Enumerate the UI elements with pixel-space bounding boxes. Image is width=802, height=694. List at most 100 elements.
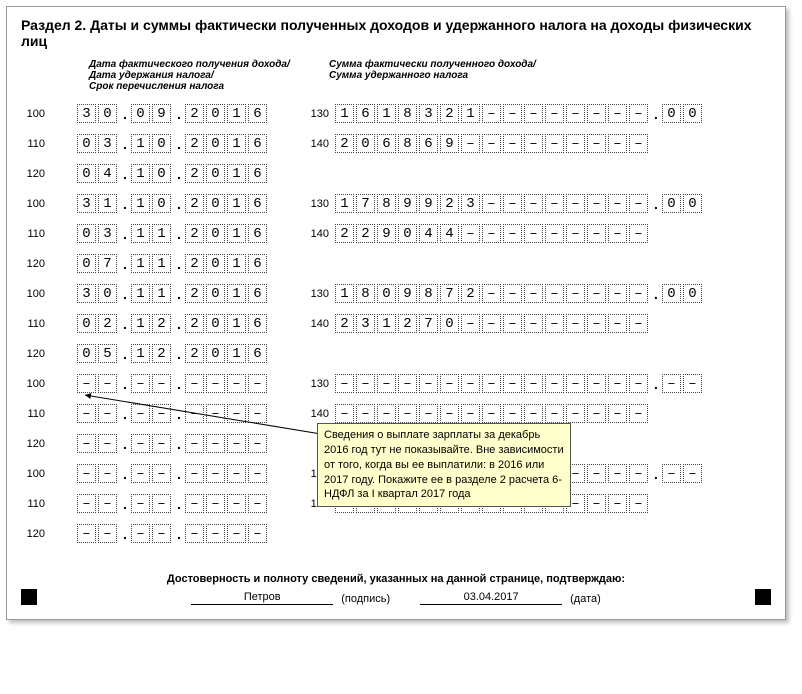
char-cell: 3 [356, 314, 375, 333]
char-cell: 3 [98, 134, 117, 153]
line-code: 140 [305, 408, 329, 420]
char-cell: 2 [185, 164, 204, 183]
row-110: 11003.10.2016140206869––––––––– [21, 130, 771, 157]
separator-dot: . [652, 376, 660, 392]
char-cell: 2 [152, 344, 171, 363]
char-cell: – [587, 134, 606, 153]
char-cell: – [248, 494, 267, 513]
char-cell: 2 [185, 104, 204, 123]
char-cell: 4 [98, 164, 117, 183]
char-cell: 8 [356, 284, 375, 303]
header-right: Сумма фактически полученного дохода/ Сум… [329, 59, 536, 92]
char-cell: – [440, 374, 459, 393]
line-code: 120 [21, 438, 45, 450]
char-cell: – [482, 374, 501, 393]
marker-bottom-left [21, 589, 37, 605]
char-cell: 6 [248, 134, 267, 153]
char-cell: 0 [398, 224, 417, 243]
char-cell: – [227, 404, 246, 423]
char-cell: – [440, 404, 459, 423]
char-cell: – [503, 104, 522, 123]
char-cell: 0 [206, 314, 225, 333]
char-cell: 9 [152, 104, 171, 123]
char-cell: – [227, 464, 246, 483]
char-cell: – [545, 374, 564, 393]
separator-dot: . [121, 376, 129, 392]
char-cell: 6 [248, 104, 267, 123]
char-cell: – [227, 434, 246, 453]
char-cell: 4 [440, 224, 459, 243]
char-cell: – [98, 464, 117, 483]
char-cell: – [683, 374, 702, 393]
row-120: 12004.10.2016 [21, 160, 771, 187]
line-code: 100 [21, 288, 45, 300]
separator-dot: . [175, 406, 183, 422]
char-cell: – [587, 374, 606, 393]
separator-dot: . [175, 196, 183, 212]
char-cell: – [608, 104, 627, 123]
char-cell: 6 [248, 164, 267, 183]
char-cell: 2 [185, 344, 204, 363]
char-cell: – [335, 374, 354, 393]
date-block: ––.––.–––– [77, 464, 269, 483]
date-block: ––.––.–––– [77, 494, 269, 513]
char-cell: – [545, 224, 564, 243]
char-cell: – [608, 194, 627, 213]
date-block: 04.10.2016 [77, 164, 269, 183]
char-cell: 1 [131, 314, 150, 333]
char-cell: 2 [185, 254, 204, 273]
char-cell: – [131, 524, 150, 543]
char-cell: – [629, 134, 648, 153]
char-cell: 9 [398, 194, 417, 213]
char-cell: – [482, 134, 501, 153]
signature-name: Петров [191, 591, 333, 605]
date-block: 30.11.2016 [77, 284, 269, 303]
char-cell: – [461, 404, 480, 423]
char-cell: 6 [248, 314, 267, 333]
char-cell: 2 [152, 314, 171, 333]
char-cell: – [461, 374, 480, 393]
date-block: ––.––.–––– [77, 524, 269, 543]
char-cell: 0 [206, 194, 225, 213]
separator-dot: . [652, 106, 660, 122]
char-cell: – [335, 404, 354, 423]
char-cell: – [248, 464, 267, 483]
char-cell: – [524, 314, 543, 333]
char-cell: 7 [419, 314, 438, 333]
char-cell: 7 [98, 254, 117, 273]
line-code: 100 [21, 468, 45, 480]
line-code: 120 [21, 168, 45, 180]
char-cell: 2 [335, 134, 354, 153]
char-cell: – [185, 524, 204, 543]
row-100: 10030.11.20161301809872––––––––.00 [21, 280, 771, 307]
separator-dot: . [175, 346, 183, 362]
separator-dot: . [175, 256, 183, 272]
char-cell: 6 [248, 254, 267, 273]
char-cell: – [152, 374, 171, 393]
annotation-tooltip: Сведения о выплате зарплаты за декабрь 2… [317, 423, 571, 507]
char-cell: 0 [356, 134, 375, 153]
char-cell: 1 [335, 284, 354, 303]
char-cell: – [566, 134, 585, 153]
char-cell: 1 [335, 104, 354, 123]
char-cell: – [206, 524, 225, 543]
line-code: 110 [21, 498, 45, 510]
separator-dot: . [175, 136, 183, 152]
char-cell: 0 [152, 164, 171, 183]
char-cell: – [131, 494, 150, 513]
char-cell: 7 [356, 194, 375, 213]
date-block: ––.––.–––– [77, 374, 269, 393]
char-cell: – [482, 224, 501, 243]
amount-130: 1301618321––––––––.00 [305, 104, 704, 123]
line-code: 100 [21, 108, 45, 120]
line-code: 110 [21, 138, 45, 150]
char-cell: – [152, 494, 171, 513]
line-code: 140 [305, 138, 329, 150]
char-cell: 1 [152, 254, 171, 273]
char-cell: 9 [419, 194, 438, 213]
line-code: 140 [305, 228, 329, 240]
char-cell: 0 [206, 284, 225, 303]
char-cell: – [608, 404, 627, 423]
separator-dot: . [652, 286, 660, 302]
amount-130: 1301789923––––––––.00 [305, 194, 704, 213]
